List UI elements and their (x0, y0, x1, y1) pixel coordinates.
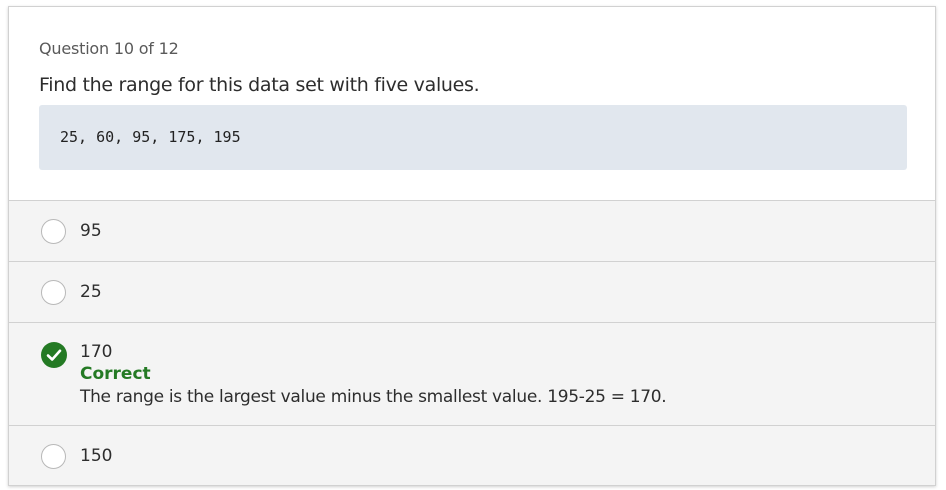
answer-label: 170 (80, 342, 113, 362)
radio-circle-icon[interactable] (41, 219, 66, 244)
answer-label: 150 (80, 446, 113, 466)
answer-option-170[interactable]: 170 Correct The range is the largest val… (9, 323, 935, 426)
answer-option-150[interactable]: 150 (9, 426, 935, 485)
question-progress: Question 10 of 12 (39, 39, 179, 58)
answer-option-25[interactable]: 25 (9, 262, 935, 323)
answer-label: 95 (80, 221, 102, 241)
radio-circle-icon[interactable] (41, 280, 66, 305)
feedback-explanation: The range is the largest value minus the… (80, 387, 667, 407)
radio-circle-icon[interactable] (41, 444, 66, 469)
answer-option-95[interactable]: 95 (9, 201, 935, 262)
answer-label: 25 (80, 282, 102, 302)
checkmark-glyph (46, 349, 62, 361)
dataset-box: 25, 60, 95, 175, 195 (39, 105, 907, 170)
question-prompt: Find the range for this data set with fi… (39, 74, 480, 96)
feedback-status: Correct (80, 364, 151, 384)
question-header: Question 10 of 12 Find the range for thi… (9, 7, 935, 201)
checkmark-circle-icon (41, 342, 67, 368)
question-card: Question 10 of 12 Find the range for thi… (8, 6, 936, 486)
